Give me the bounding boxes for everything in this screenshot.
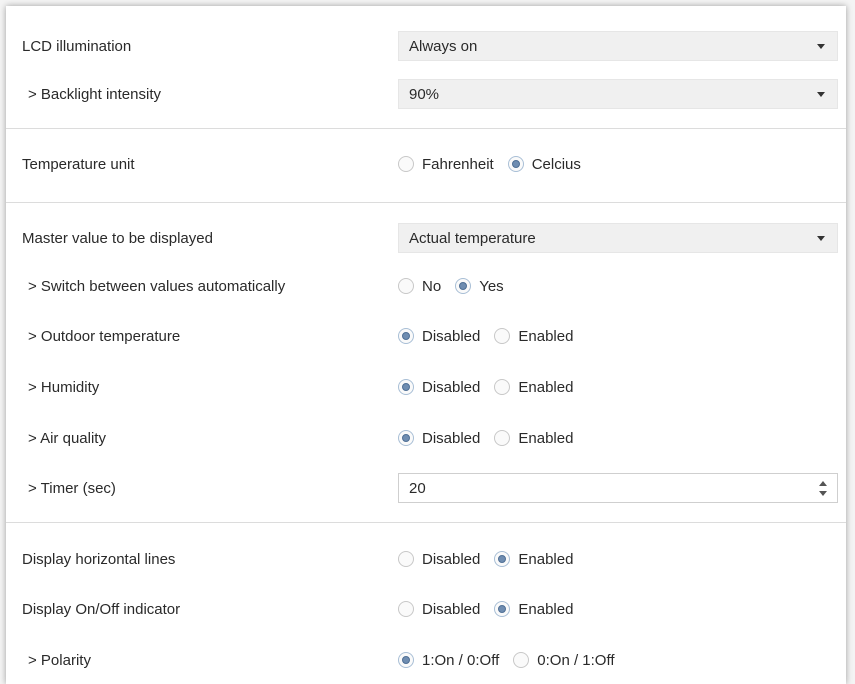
radio-checked-icon	[494, 601, 511, 617]
radio-yes[interactable]: Yes	[455, 277, 504, 295]
radio-checked-icon	[494, 551, 511, 567]
radio-disabled-label: Disabled	[422, 550, 481, 568]
radio-0on-1off-label: 0:On / 1:Off	[537, 651, 615, 669]
radio-fahrenheit-label: Fahrenheit	[422, 155, 494, 173]
radio-unchecked-icon	[494, 328, 511, 344]
dropdown-arrow-icon	[817, 236, 825, 241]
row-polarity: > Polarity 1:On / 0:Off 0:On / 1:Off	[6, 640, 846, 680]
radio-checked-icon	[455, 278, 472, 294]
radio-1on-0off-label: 1:On / 0:Off	[422, 651, 500, 669]
radio-celcius[interactable]: Celcius	[507, 155, 581, 173]
backlight-intensity-value: 90%	[409, 85, 440, 103]
master-value-value: Actual temperature	[409, 229, 536, 247]
radio-fahrenheit[interactable]: Fahrenheit	[398, 156, 494, 173]
air-quality-radio-group: Disabled Enabled	[398, 422, 838, 454]
radio-celcius-label: Celcius	[531, 155, 581, 173]
radio-enabled[interactable]: Enabled	[494, 551, 573, 568]
radio-disabled-label: Disabled	[422, 327, 481, 345]
radio-enabled[interactable]: Enabled	[494, 328, 573, 345]
radio-checked-icon	[398, 652, 414, 668]
master-value-select[interactable]: Actual temperature	[398, 223, 838, 253]
timer-spinbox[interactable]: 20	[398, 473, 838, 503]
row-temperature-unit: Temperature unit Fahrenheit Celcius	[6, 144, 846, 184]
radio-disabled[interactable]: Disabled	[398, 379, 480, 396]
temperature-unit-radio-group: Fahrenheit Celcius	[398, 148, 838, 180]
outdoor-temperature-label: > Outdoor temperature	[28, 327, 181, 345]
lcd-illumination-select[interactable]: Always on	[398, 31, 838, 61]
radio-enabled-label: Enabled	[518, 378, 574, 396]
radio-disabled[interactable]: Disabled	[398, 430, 480, 447]
separator	[6, 202, 846, 203]
radio-unchecked-icon	[398, 551, 414, 567]
radio-enabled-label: Enabled	[518, 429, 574, 447]
row-outdoor-temperature: > Outdoor temperature Disabled Enabled	[6, 316, 846, 356]
radio-disabled-label: Disabled	[422, 378, 481, 396]
settings-panel: LCD illumination Always on > Backlight i…	[6, 6, 846, 684]
radio-unchecked-icon	[398, 278, 414, 294]
separator	[6, 128, 846, 129]
lcd-illumination-value: Always on	[409, 37, 478, 55]
humidity-label: > Humidity	[28, 378, 100, 396]
row-lcd-illumination: LCD illumination Always on	[6, 26, 846, 66]
row-master-value: Master value to be displayed Actual temp…	[6, 218, 846, 258]
lcd-illumination-label: LCD illumination	[22, 37, 132, 55]
radio-no[interactable]: No	[398, 278, 441, 295]
horizontal-lines-radio-group: Disabled Enabled	[398, 543, 838, 575]
timer-label: > Timer (sec)	[28, 479, 116, 497]
radio-enabled-label: Enabled	[518, 600, 574, 618]
radio-checked-icon	[398, 379, 414, 395]
dropdown-arrow-icon	[817, 44, 825, 49]
master-value-label: Master value to be displayed	[22, 229, 213, 247]
radio-disabled-label: Disabled	[422, 600, 481, 618]
radio-enabled[interactable]: Enabled	[494, 601, 573, 618]
radio-unchecked-icon	[494, 430, 511, 446]
row-switch-auto: > Switch between values automatically No…	[6, 266, 846, 306]
radio-unchecked-icon	[398, 156, 414, 172]
air-quality-label: > Air quality	[28, 429, 106, 447]
radio-unchecked-icon	[494, 379, 511, 395]
radio-checked-icon	[398, 430, 414, 446]
outdoor-temperature-radio-group: Disabled Enabled	[398, 320, 838, 352]
radio-yes-label: Yes	[479, 277, 504, 295]
radio-1on-0off[interactable]: 1:On / 0:Off	[398, 652, 499, 669]
radio-checked-icon	[398, 328, 414, 344]
switch-auto-label: > Switch between values automatically	[28, 277, 286, 295]
horizontal-lines-label: Display horizontal lines	[22, 550, 176, 568]
radio-disabled[interactable]: Disabled	[398, 551, 480, 568]
separator	[6, 522, 846, 523]
radio-enabled-label: Enabled	[518, 327, 574, 345]
temperature-unit-label: Temperature unit	[22, 155, 135, 173]
radio-disabled[interactable]: Disabled	[398, 601, 480, 618]
radio-enabled[interactable]: Enabled	[494, 430, 573, 447]
radio-disabled[interactable]: Disabled	[398, 328, 480, 345]
humidity-radio-group: Disabled Enabled	[398, 371, 838, 403]
dropdown-arrow-icon	[817, 92, 825, 97]
backlight-intensity-select[interactable]: 90%	[398, 79, 838, 109]
radio-checked-icon	[507, 156, 524, 172]
spin-up-icon[interactable]	[819, 481, 827, 486]
timer-value: 20	[409, 479, 426, 497]
radio-enabled-label: Enabled	[518, 550, 574, 568]
radio-no-label: No	[422, 277, 442, 295]
row-timer: > Timer (sec) 20	[6, 468, 846, 508]
radio-unchecked-icon	[513, 652, 530, 668]
radio-unchecked-icon	[398, 601, 414, 617]
row-air-quality: > Air quality Disabled Enabled	[6, 418, 846, 458]
radio-0on-1off[interactable]: 0:On / 1:Off	[513, 651, 615, 669]
polarity-radio-group: 1:On / 0:Off 0:On / 1:Off	[398, 644, 838, 676]
onoff-indicator-radio-group: Disabled Enabled	[398, 593, 838, 625]
spin-down-icon[interactable]	[819, 491, 827, 496]
row-onoff-indicator: Display On/Off indicator Disabled Enable…	[6, 589, 846, 629]
radio-enabled[interactable]: Enabled	[494, 379, 573, 396]
radio-disabled-label: Disabled	[422, 429, 481, 447]
row-backlight-intensity: > Backlight intensity 90%	[6, 74, 846, 114]
row-humidity: > Humidity Disabled Enabled	[6, 367, 846, 407]
onoff-indicator-label: Display On/Off indicator	[22, 600, 181, 618]
polarity-label: > Polarity	[28, 651, 91, 669]
switch-auto-radio-group: No Yes	[398, 270, 838, 302]
row-horizontal-lines: Display horizontal lines Disabled Enable…	[6, 539, 846, 579]
backlight-intensity-label: > Backlight intensity	[28, 85, 161, 103]
